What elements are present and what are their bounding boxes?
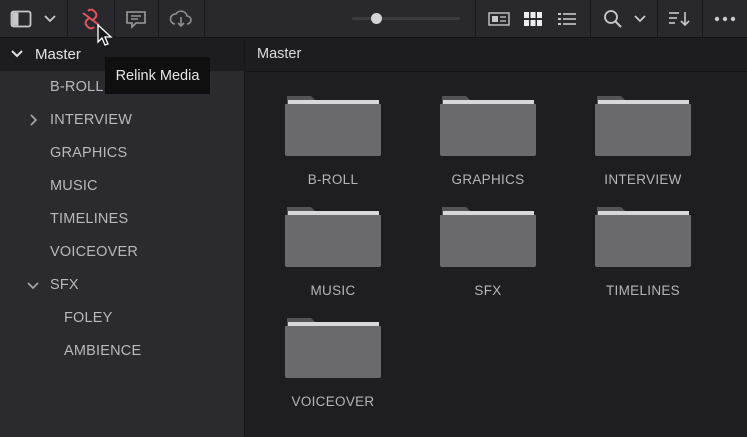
sidebar-master-label: Master <box>35 46 81 63</box>
thumbnail-view-button[interactable] <box>518 0 548 37</box>
chevron-down-icon <box>44 14 56 22</box>
sidebar-item-label: AMBIENCE <box>64 343 142 359</box>
caption-icon <box>126 10 146 29</box>
sidebar-item-label: GRAPHICS <box>50 145 128 161</box>
folder-label: TIMELINES <box>606 283 680 298</box>
folder-icon <box>595 207 691 267</box>
search-button[interactable] <box>598 0 628 37</box>
folder-icon <box>440 207 536 267</box>
bin-sidebar: Master B-ROLL INTERVIEW GRAPHICS MUSIC TIMEL… <box>0 38 245 437</box>
sidebar-item-label: INTERVIEW <box>50 112 133 128</box>
folder-music[interactable]: MUSIC <box>273 203 393 303</box>
current-bin-title: Master <box>257 46 302 62</box>
folder-icon <box>285 207 381 267</box>
list-view-icon <box>558 12 576 25</box>
folder-sfx[interactable]: SFX <box>428 203 548 303</box>
list-view-button[interactable] <box>552 0 582 37</box>
folder-grid: B-ROLL GRAPHICS INTERVIEW MUSIC SFX TIMELINES… <box>245 72 747 437</box>
folder-label: MUSIC <box>310 283 356 298</box>
more-icon <box>714 16 736 21</box>
folder-icon <box>285 318 381 378</box>
folder-icon <box>595 96 691 156</box>
panel-toggle-button[interactable] <box>6 0 36 37</box>
chevron-down-icon[interactable] <box>27 279 39 291</box>
sidebar-item-voiceover[interactable]: VOICEOVER <box>0 236 244 269</box>
sidebar-item-label: FOLEY <box>64 310 113 326</box>
cloud-sync-button[interactable] <box>162 0 200 37</box>
folder-voiceover[interactable]: VOICEOVER <box>273 314 393 414</box>
folder-graphics[interactable]: GRAPHICS <box>428 92 548 192</box>
captions-button[interactable] <box>118 0 154 37</box>
cloud-sync-icon <box>169 9 192 27</box>
metadata-view-button[interactable] <box>482 0 516 37</box>
search-options-dropdown[interactable] <box>628 0 652 37</box>
sidebar-item-timelines[interactable]: TIMELINES <box>0 203 244 236</box>
thumbnail-view-icon <box>524 11 542 26</box>
sidebar-item-interview[interactable]: INTERVIEW <box>0 104 244 137</box>
folder-label: SFX <box>474 283 502 298</box>
folder-label: INTERVIEW <box>604 172 682 187</box>
sidebar-item-sfx[interactable]: SFX <box>0 269 244 302</box>
folder-b-roll[interactable]: B-ROLL <box>273 92 393 192</box>
chevron-down-icon[interactable] <box>9 47 25 61</box>
sidebar-item-label: B-ROLL <box>50 79 104 95</box>
folder-icon <box>285 96 381 156</box>
zoom-slider-handle[interactable] <box>370 13 382 24</box>
folder-label: VOICEOVER <box>291 394 375 409</box>
sidebar-item-graphics[interactable]: GRAPHICS <box>0 137 244 170</box>
sidebar-item-label: SFX <box>50 277 79 293</box>
panel-options-dropdown[interactable] <box>38 0 62 37</box>
search-icon <box>604 9 622 28</box>
sort-icon <box>669 11 690 26</box>
sort-button[interactable] <box>662 0 696 37</box>
sidebar-item-label: TIMELINES <box>50 211 129 227</box>
chevron-down-icon <box>634 14 646 22</box>
sidebar-item-music[interactable]: MUSIC <box>0 170 244 203</box>
folder-icon <box>440 96 536 156</box>
panel-toggle-icon <box>10 10 32 27</box>
sidebar-item-foley[interactable]: FOLEY <box>0 302 244 335</box>
tooltip: Relink Media <box>105 57 210 94</box>
sidebar-item-label: VOICEOVER <box>50 244 139 260</box>
folder-interview[interactable]: INTERVIEW <box>583 92 703 192</box>
more-options-button[interactable] <box>708 0 742 37</box>
metadata-view-icon <box>488 11 510 26</box>
folder-label: B-ROLL <box>307 172 359 187</box>
sidebar-item-ambience[interactable]: AMBIENCE <box>0 335 244 368</box>
chevron-right-icon[interactable] <box>27 114 39 126</box>
sidebar-item-label: MUSIC <box>50 178 98 194</box>
mouse-cursor-icon <box>97 24 113 46</box>
tooltip-text: Relink Media <box>115 67 200 84</box>
zoom-slider[interactable] <box>352 13 460 24</box>
main-header: Master <box>245 38 747 72</box>
folder-timelines[interactable]: TIMELINES <box>583 203 703 303</box>
folder-label: GRAPHICS <box>451 172 525 187</box>
